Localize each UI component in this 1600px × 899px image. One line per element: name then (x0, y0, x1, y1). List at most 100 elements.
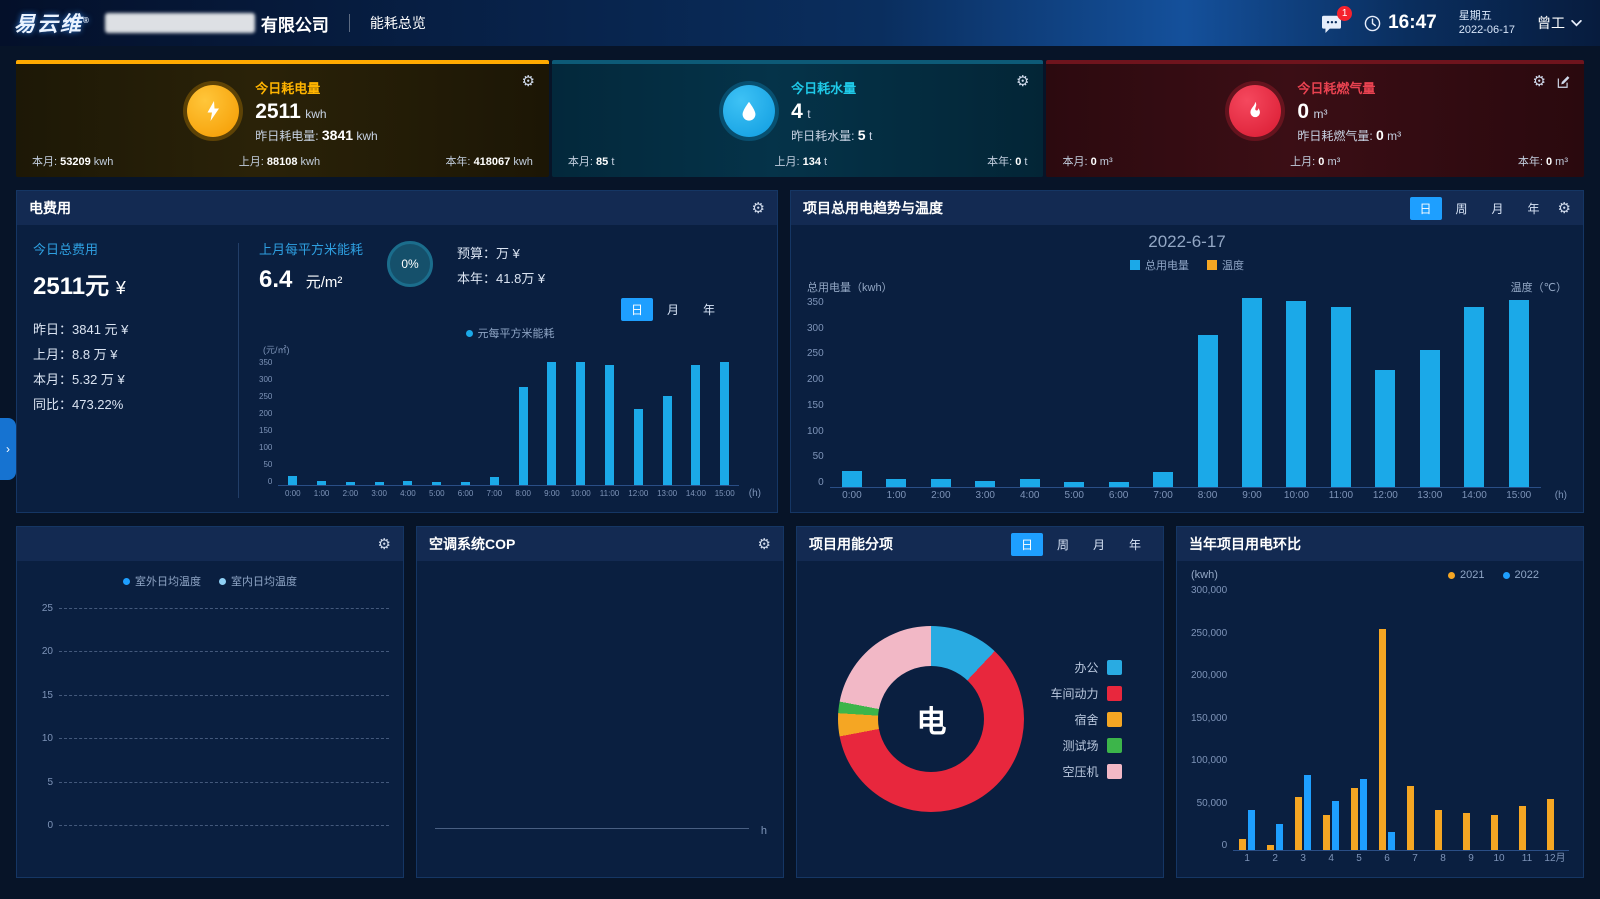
chart-baseline (435, 828, 749, 829)
nav-item-energy-overview[interactable]: 能耗总览 (370, 13, 426, 33)
chart-bar (1351, 788, 1358, 850)
chart-bar (1547, 799, 1554, 850)
donut-center-label: 电 (838, 626, 1024, 812)
gear-icon[interactable]: ⚙ (1558, 201, 1571, 216)
today-fee-label: 今日总费用 (33, 239, 238, 258)
tab-day[interactable]: 日 (621, 298, 653, 321)
hvac-cop-panel: 空调系统COP ⚙ h (416, 526, 784, 878)
chart-bar (1323, 815, 1330, 850)
kpi-yesterday: 昨日耗燃气量: 0 m³ (1297, 127, 1401, 144)
temperature-grid-chart: 2520151050 (31, 603, 389, 831)
top-navbar: 易云维® 有限公司 能耗总览 1 16:47 星期五 2022-06-17 曾工 (0, 0, 1600, 46)
tab-day[interactable]: 日 (1410, 197, 1442, 220)
kpi-card-water: ⚙ 今日耗水量 4 t 昨日耗水量: 5 t 本月: 85 t 上月: 134 … (552, 60, 1044, 177)
x-axis-label: 2:00 (919, 488, 963, 504)
x-axis-label: 5 (1345, 851, 1373, 867)
chart-bar (1020, 479, 1040, 487)
x-axis-label: 15:00 (710, 486, 739, 502)
current-time: 16:47 (1388, 12, 1437, 34)
chart-bar (432, 482, 441, 485)
chart-bar (1109, 482, 1129, 487)
weekday: 星期五 (1459, 9, 1515, 23)
legend-dot (219, 578, 226, 585)
x-axis-label: 3:00 (963, 488, 1007, 504)
panel-title: 项目用能分项 (809, 534, 893, 554)
tab-week[interactable]: 周 (1047, 533, 1079, 556)
gear-icon[interactable]: ⚙ (1533, 74, 1546, 89)
tab-day[interactable]: 日 (1011, 533, 1043, 556)
stat-year: 本年: 0 t (987, 153, 1027, 169)
edit-icon[interactable] (1556, 75, 1570, 89)
tab-month[interactable]: 月 (657, 298, 689, 321)
chart-bar (1295, 797, 1302, 850)
chart-bar (490, 477, 499, 485)
gear-icon[interactable]: ⚙ (378, 537, 391, 552)
fee-period-tabs: 日 月 年 (621, 298, 725, 321)
x-axis-unit: (h) (749, 486, 761, 502)
x-axis-label: 8:00 (1185, 488, 1229, 504)
x-axis-label: 0:00 (278, 486, 307, 502)
trend-bar-chart: 3503002502001501005000:001:002:003:004:0… (807, 297, 1567, 504)
legend-item[interactable]: 测试场 (1050, 737, 1121, 754)
legend-item: 2021 (1448, 569, 1484, 581)
panel-header: 电费用 ⚙ (17, 191, 777, 225)
chart-bar (1379, 629, 1386, 850)
x-axis-label: 5:00 (422, 486, 451, 502)
x-axis-label: 9:00 (1230, 488, 1274, 504)
gear-icon[interactable]: ⚙ (521, 74, 534, 89)
kpi-footer: 本月: 85 t 上月: 134 t 本年: 0 t (568, 153, 1028, 169)
chart-bar (1435, 810, 1442, 850)
tab-week[interactable]: 周 (1446, 197, 1478, 220)
chart-bar (886, 479, 906, 487)
x-axis-unit: h (761, 825, 767, 837)
bottom-row: ⚙ 室外日均温度 室内日均温度 2520151050 空调系统COP ⚙ h (16, 526, 1584, 878)
tab-year[interactable]: 年 (1518, 197, 1550, 220)
chart-bar (1407, 786, 1414, 850)
legend-item[interactable]: 空压机 (1050, 763, 1121, 780)
chart-bar (346, 482, 355, 485)
stat-year: 本年: 0 m³ (1518, 153, 1568, 169)
legend-item: 室内日均温度 (219, 573, 297, 589)
tab-month[interactable]: 月 (1482, 197, 1514, 220)
chart-bar (842, 471, 862, 487)
stat-month: 本月: 53209 kwh (32, 153, 113, 169)
legend-item: 总用电量 (1130, 257, 1189, 273)
legend-swatch (1107, 712, 1122, 727)
y-axis-unit-label: (元/㎡) (263, 343, 761, 356)
tab-year[interactable]: 年 (1119, 533, 1151, 556)
sqm-value: 6.4 元/m² (259, 266, 363, 294)
chart-bar (461, 482, 470, 485)
legend-swatch (1107, 738, 1122, 753)
legend-item[interactable]: 宿舍 (1050, 711, 1121, 728)
energy-breakdown-donut[interactable]: 电 (838, 626, 1024, 812)
legend-dot (466, 330, 473, 337)
electricity-icon (187, 85, 239, 137)
y-axis: 350300250200150100500 (259, 358, 278, 502)
kpi-value: 2511 kwh (255, 100, 378, 124)
tab-month[interactable]: 月 (1083, 533, 1115, 556)
kpi-title: 今日耗电量 (255, 78, 378, 97)
legend-item[interactable]: 车间动力 (1050, 685, 1121, 702)
panel-header: 项目用能分项 日 周 月 年 (797, 527, 1163, 561)
energy-breakdown-panel: 项目用能分项 日 周 月 年 电 办公 车间动力 宿舍 测试场 (796, 526, 1164, 878)
legend-item[interactable]: 办公 (1050, 659, 1121, 676)
sidebar-expand-handle[interactable]: › (0, 418, 16, 480)
y-axis: 300,000250,000200,000150,000100,00050,00… (1191, 585, 1233, 867)
gear-icon[interactable]: ⚙ (752, 201, 765, 216)
chart-bar (403, 481, 412, 485)
kpi-yesterday: 昨日耗电量: 3841 kwh (255, 127, 378, 144)
user-menu[interactable]: 曾工 (1537, 13, 1582, 33)
x-axis-unit: (h) (1555, 488, 1567, 504)
messages-button[interactable]: 1 (1321, 14, 1342, 33)
chart-bar (1248, 810, 1255, 850)
tab-year[interactable]: 年 (693, 298, 725, 321)
kpi-footer: 本月: 0 m³ 上月: 0 m³ 本年: 0 m³ (1062, 153, 1568, 169)
gear-icon[interactable]: ⚙ (758, 537, 771, 552)
chart-bar (691, 365, 700, 485)
y-axis: 350300250200150100500 (807, 297, 830, 504)
gear-icon[interactable]: ⚙ (1016, 74, 1029, 89)
middle-row: 电费用 ⚙ 今日总费用 2511元 ¥ 昨日：3841 元 ¥ 上月：8.8 万… (16, 190, 1584, 513)
stat-year: 本年: 418067 kwh (445, 153, 532, 169)
yearly-legend: 2021 2022 (1448, 569, 1539, 581)
trend-period-tabs: 日 周 月 年 (1410, 197, 1550, 220)
